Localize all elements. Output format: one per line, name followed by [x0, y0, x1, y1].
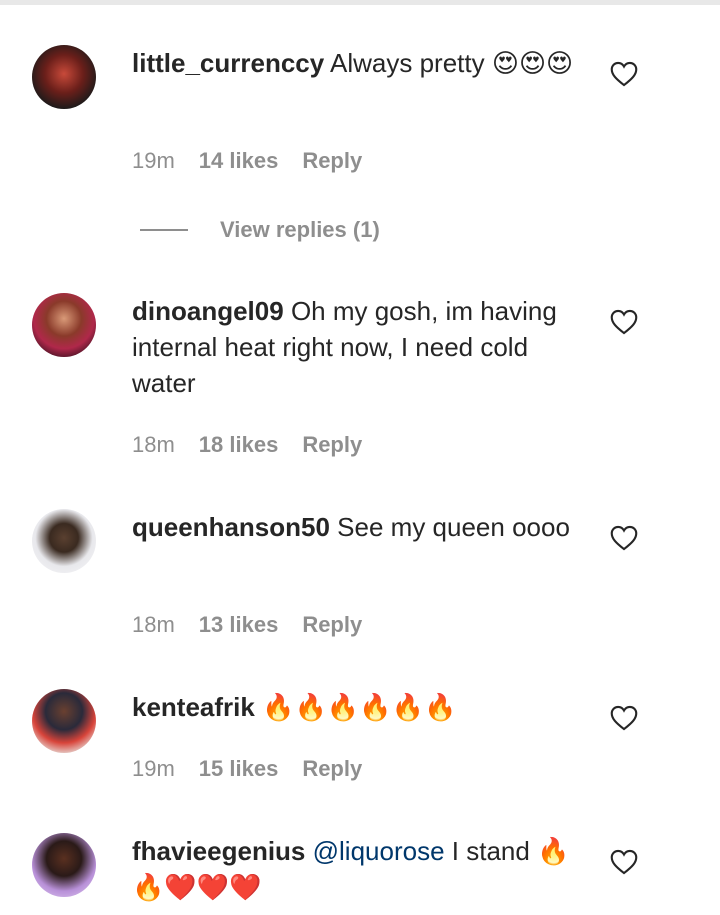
comment-body: fhavieegenius @liquorose I stand 🔥🔥❤️❤️❤… — [132, 833, 592, 905]
comment-body: kenteafrik 🔥🔥🔥🔥🔥🔥 — [132, 689, 592, 725]
top-divider — [0, 0, 720, 5]
heart-outline-icon[interactable] — [610, 525, 638, 551]
comment-text: See my queen oooo — [337, 512, 570, 542]
heart-outline-icon[interactable] — [610, 705, 638, 731]
comment-username[interactable]: little_currenccy — [132, 48, 324, 78]
view-replies-label[interactable]: View replies (1) — [220, 217, 380, 243]
reply-button[interactable]: Reply — [302, 612, 362, 638]
comment-likes[interactable]: 15 likes — [199, 756, 279, 782]
comment-meta: 18m 13 likes Reply — [132, 612, 362, 638]
comment-likes[interactable]: 13 likes — [199, 612, 279, 638]
comment-mention[interactable]: @liquorose — [313, 836, 445, 866]
comment-username[interactable]: queenhanson50 — [132, 512, 330, 542]
view-replies-line — [140, 229, 188, 231]
comment-time: 18m — [132, 432, 175, 457]
heart-outline-icon[interactable] — [610, 849, 638, 875]
reply-button[interactable]: Reply — [302, 148, 362, 174]
comment-username[interactable]: dinoangel09 — [132, 296, 284, 326]
reply-button[interactable]: Reply — [302, 756, 362, 782]
comment-username[interactable]: fhavieegenius — [132, 836, 305, 866]
comment-likes[interactable]: 18 likes — [199, 432, 279, 458]
avatar[interactable] — [32, 833, 96, 897]
heart-outline-icon[interactable] — [610, 309, 638, 335]
comment-text: 🔥🔥🔥🔥🔥🔥 — [262, 692, 457, 722]
comment-meta: 19m 14 likes Reply — [132, 148, 362, 174]
avatar[interactable] — [32, 509, 96, 573]
comment-body: little_currenccy Always pretty 😍😍😍 — [132, 45, 592, 81]
view-replies-button[interactable]: View replies (1) — [140, 212, 380, 248]
avatar[interactable] — [32, 293, 96, 357]
comment-time: 19m — [132, 148, 175, 173]
comment-meta: 19m 15 likes Reply — [132, 756, 362, 782]
comment-body: dinoangel09 Oh my gosh, im having intern… — [132, 293, 592, 401]
comment-time: 19m — [132, 756, 175, 781]
comment-username[interactable]: kenteafrik — [132, 692, 255, 722]
comment-text: Always pretty 😍😍😍 — [330, 48, 574, 78]
heart-outline-icon[interactable] — [610, 61, 638, 87]
avatar[interactable] — [32, 45, 96, 109]
reply-button[interactable]: Reply — [302, 432, 362, 458]
comment-time: 18m — [132, 612, 175, 637]
comment-likes[interactable]: 14 likes — [199, 148, 279, 174]
avatar[interactable] — [32, 689, 96, 753]
comment-meta: 18m 18 likes Reply — [132, 432, 362, 458]
comment-body: queenhanson50 See my queen oooo — [132, 509, 592, 545]
